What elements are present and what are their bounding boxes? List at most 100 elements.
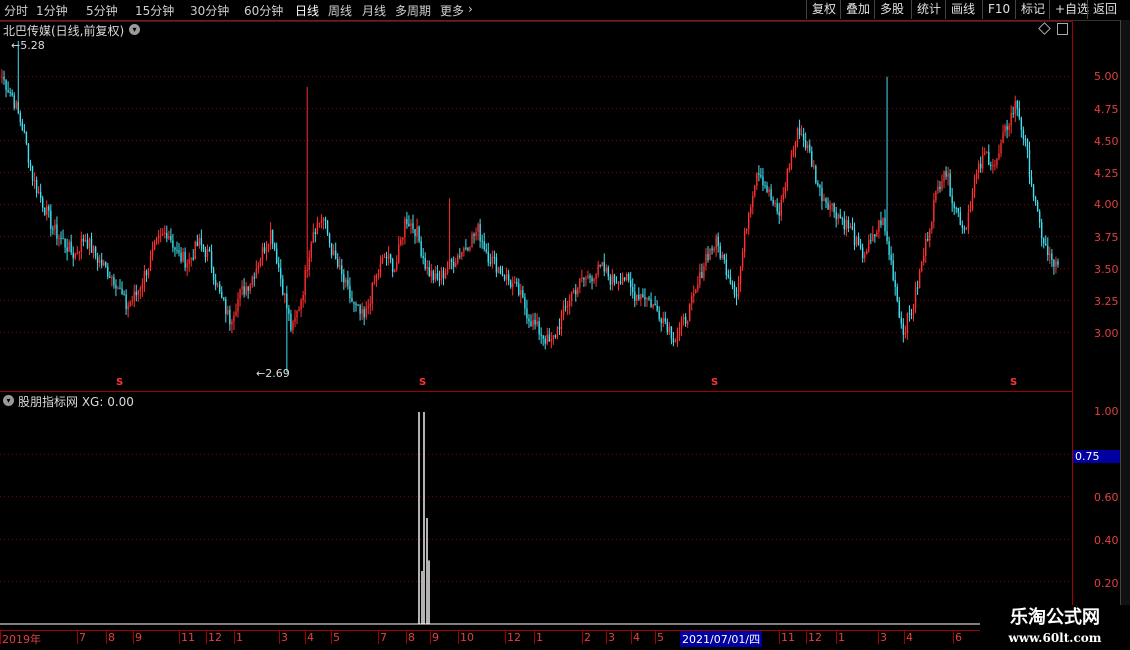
side-strip[interactable] (1120, 20, 1130, 650)
candle-body (465, 247, 467, 249)
candle-body (11, 92, 13, 96)
candle-body (786, 169, 789, 188)
candle-body (107, 266, 109, 277)
chevron-down-icon[interactable]: ▾ (129, 24, 140, 35)
candle-body (314, 232, 317, 234)
draw-button[interactable]: 画线 (945, 0, 980, 19)
candle-body (194, 241, 196, 260)
date-label: 12 (808, 631, 822, 644)
tf-more[interactable]: 更多 (440, 2, 464, 19)
date-tick (806, 630, 807, 644)
candle-body (870, 240, 872, 242)
candle-body (434, 273, 437, 280)
tf-1min[interactable]: 1分钟 (36, 2, 68, 19)
candle-body (684, 316, 687, 324)
mark-button[interactable]: 标记 (1015, 0, 1050, 19)
watermark-title: 乐淘公式网 (1010, 607, 1100, 628)
tf-60min[interactable]: 60分钟 (244, 2, 283, 19)
candle-body (951, 196, 953, 204)
date-tick (378, 630, 379, 644)
candle-body (1012, 112, 1014, 114)
candle-body (25, 131, 28, 144)
candle-body (861, 247, 864, 259)
candle-body (587, 275, 589, 279)
tf-5min[interactable]: 5分钟 (86, 2, 118, 19)
candle-body (908, 313, 911, 315)
candle-body (536, 321, 538, 325)
candle-body (229, 309, 231, 325)
date-tick (331, 630, 332, 644)
candle-body (96, 256, 99, 263)
date-tick (505, 630, 506, 644)
candle-body (337, 259, 339, 267)
candle-body (121, 288, 123, 295)
overlay-button[interactable]: 叠加 (840, 0, 875, 19)
candle-body (243, 286, 245, 295)
back-button[interactable]: 返回 (1087, 0, 1122, 19)
candle-body (133, 291, 135, 301)
candle-body (646, 297, 648, 300)
tf-daily[interactable]: 日线 (295, 2, 319, 19)
candle-body (927, 238, 929, 241)
chevron-right-icon[interactable]: › (468, 2, 473, 16)
candle-body (1053, 260, 1055, 267)
candle-body (381, 257, 384, 264)
candle-body (969, 209, 972, 213)
candle-body (379, 263, 382, 274)
candle-body (7, 90, 9, 93)
multi-stock-button[interactable]: 多股 (874, 0, 909, 19)
tf-30min[interactable]: 30分钟 (190, 2, 229, 19)
candle-body (754, 186, 756, 197)
candle-body (619, 281, 622, 284)
candle-body (219, 284, 221, 292)
candle-body (821, 187, 823, 202)
candle-body (644, 296, 646, 300)
fuquan-button[interactable]: 复权 (806, 0, 841, 19)
candle-body (957, 208, 959, 213)
tf-15min[interactable]: 15分钟 (135, 2, 174, 19)
candle-body (752, 196, 754, 208)
candle-body (778, 211, 780, 216)
candle-body (794, 142, 797, 151)
candle-body (697, 284, 699, 290)
low-value: 2.69 (265, 367, 290, 380)
f10-button[interactable]: F10 (982, 0, 1015, 19)
candle-body (68, 241, 70, 252)
candle-body (455, 263, 457, 267)
candle-body (727, 275, 730, 277)
candle-body (772, 199, 774, 204)
candle-body (345, 279, 347, 283)
candle-body (461, 251, 463, 257)
stats-button[interactable]: 统计 (911, 0, 946, 19)
indicator-chart[interactable] (0, 392, 1072, 630)
date-tick (0, 630, 1, 644)
tf-monthly[interactable]: 月线 (362, 2, 386, 19)
candle-body (357, 304, 359, 306)
candle-body (444, 272, 447, 278)
candle-body (225, 299, 227, 314)
date-tick (133, 630, 134, 644)
candle-body (349, 285, 351, 299)
candle-body (896, 287, 898, 301)
candle-body (1040, 222, 1043, 239)
candle-body (1004, 126, 1006, 133)
candle-body (166, 232, 168, 239)
candle-body (469, 247, 471, 251)
candle-body (524, 297, 526, 309)
candle-body (607, 267, 610, 277)
candle-body (534, 319, 536, 325)
candle-body (629, 280, 632, 288)
tf-multi[interactable]: 多周期 (395, 2, 431, 19)
window-icon[interactable] (1057, 23, 1068, 35)
candle-body (544, 338, 546, 344)
candle-body (253, 277, 255, 279)
candle-body (955, 207, 957, 209)
tf-weekly[interactable]: 周线 (328, 2, 352, 19)
candle-body (367, 306, 369, 308)
candle-body (888, 241, 890, 255)
tf-fenshi[interactable]: 分时 (4, 2, 28, 19)
candle-body (857, 236, 860, 245)
diamond-icon[interactable] (1038, 22, 1051, 35)
candle-body (660, 319, 662, 324)
candlestick-chart[interactable] (0, 36, 1072, 391)
